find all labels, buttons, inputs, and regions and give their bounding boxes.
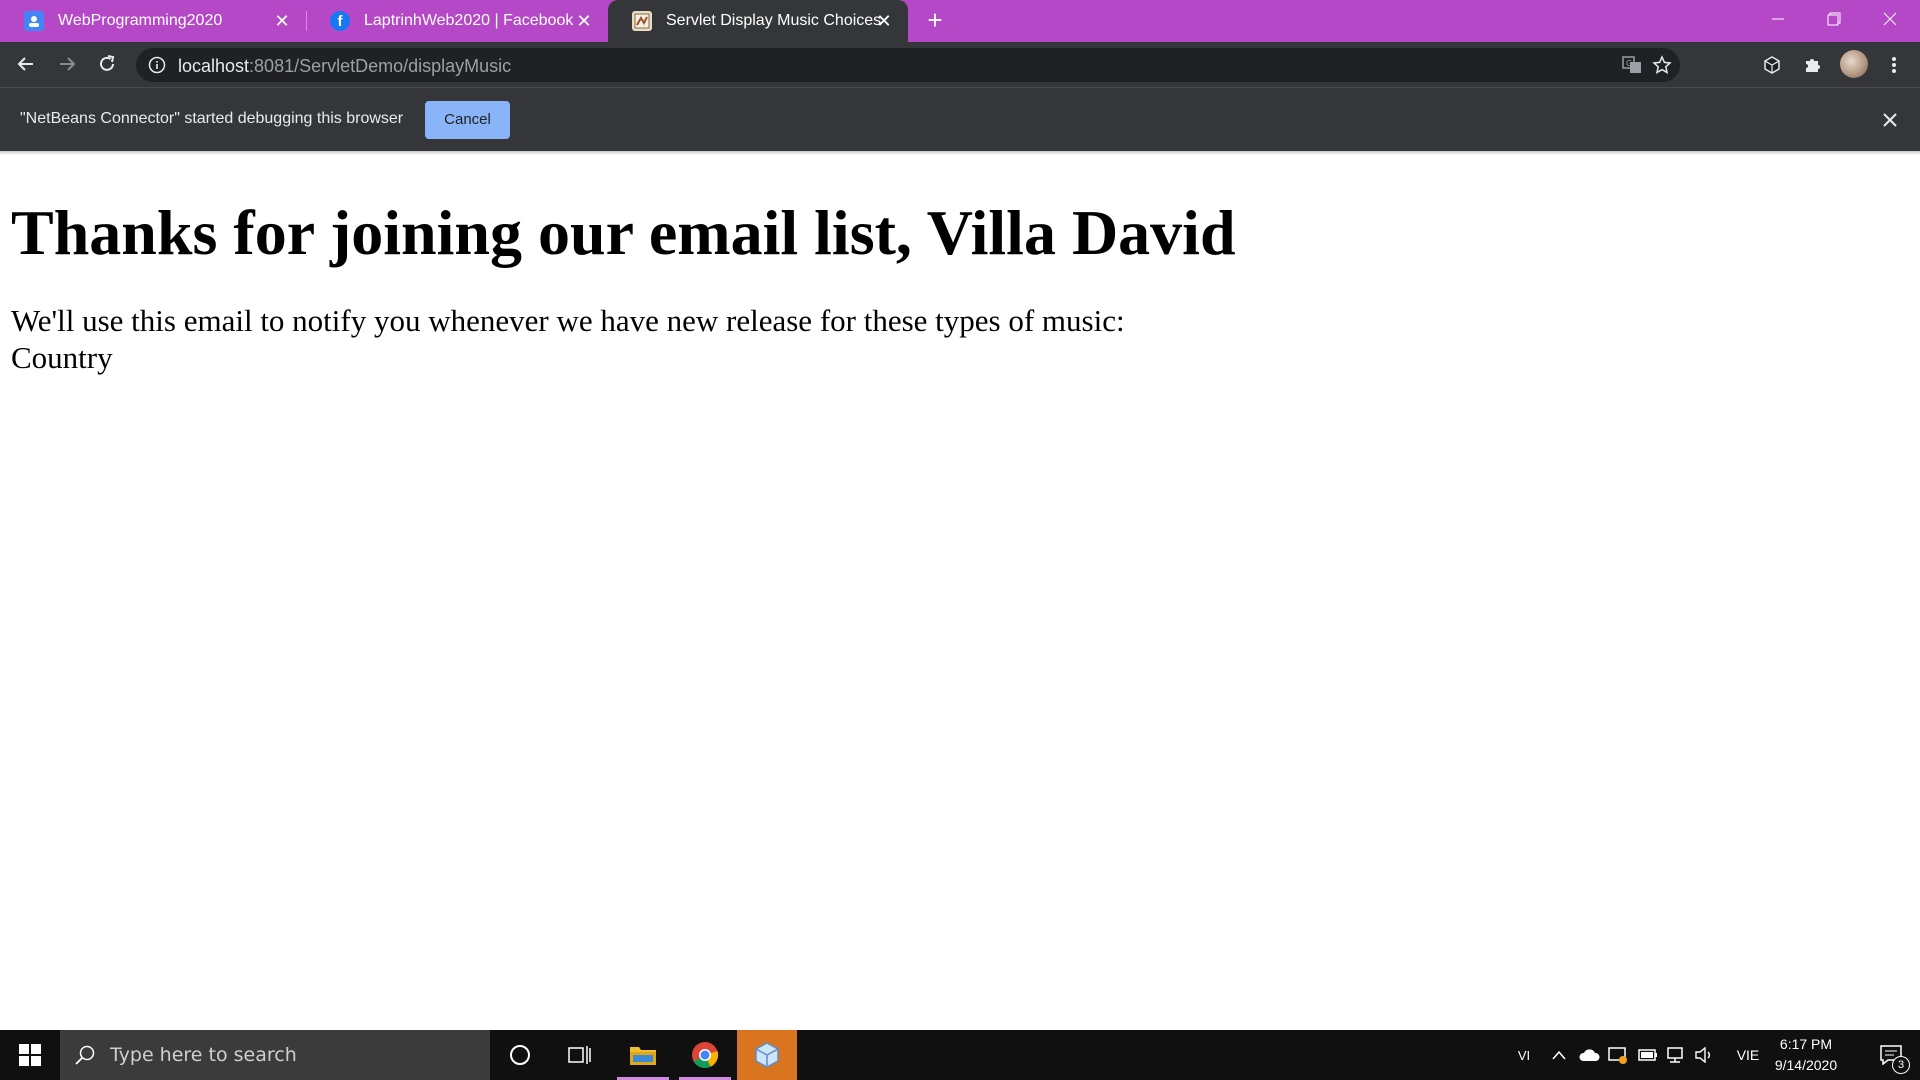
task-view-icon — [568, 1046, 591, 1064]
menu-dots-icon[interactable] — [1882, 53, 1906, 77]
start-button[interactable] — [0, 1030, 60, 1080]
tab-webprogramming[interactable]: WebProgramming2020 ✕ — [0, 0, 306, 42]
windows-update-icon[interactable] — [1606, 1030, 1630, 1080]
reload-icon — [100, 55, 115, 71]
taskbar-clock[interactable]: 6:17 PM 9/14/2020 — [1760, 1034, 1852, 1076]
url-path: :8081/ServletDemo/displayMusic — [249, 56, 512, 76]
tab-servlet-display-music[interactable]: Servlet Display Music Choices Se ✕ — [608, 0, 908, 42]
extension-cube-icon[interactable] — [1760, 53, 1784, 77]
volume-icon[interactable] — [1692, 1030, 1716, 1080]
profile-avatar[interactable] — [1840, 50, 1868, 78]
action-center-button[interactable]: 3 — [1862, 1030, 1920, 1080]
forward-button[interactable] — [51, 48, 83, 80]
minimize-button[interactable] — [1750, 0, 1806, 38]
netbeans-button[interactable] — [737, 1030, 797, 1080]
taskbar-search-box[interactable]: Type here to search — [60, 1030, 490, 1080]
tab-strip: WebProgramming2020 ✕ f LaptrinhWeb2020 |… — [0, 0, 1920, 42]
close-infobar-icon[interactable] — [1878, 108, 1902, 132]
clock-date: 9/14/2020 — [1774, 1057, 1838, 1073]
debugging-infobar: "NetBeans Connector" started debugging t… — [0, 87, 1920, 151]
input-indicator[interactable]: VI — [1514, 1030, 1534, 1080]
page-content: Thanks for joining our email list, Villa… — [11, 190, 1236, 376]
restore-button[interactable] — [1806, 0, 1862, 38]
tab-title: LaptrinhWeb2020 | Facebook — [364, 12, 574, 29]
netbeans-cube-icon — [755, 1042, 779, 1068]
back-button[interactable] — [10, 48, 42, 80]
reload-button[interactable] — [91, 48, 123, 80]
task-view-button[interactable] — [550, 1030, 610, 1080]
info-icon — [148, 56, 166, 74]
chrome-icon — [692, 1042, 719, 1068]
tab-facebook[interactable]: f LaptrinhWeb2020 | Facebook ✕ — [306, 0, 608, 42]
page-heading: Thanks for joining our email list, Villa… — [11, 197, 1236, 268]
show-hidden-icons-icon[interactable] — [1548, 1030, 1570, 1080]
notification-count-badge: 3 — [1892, 1056, 1910, 1074]
network-icon[interactable] — [1664, 1030, 1688, 1080]
chrome-button[interactable] — [675, 1030, 735, 1080]
search-icon — [75, 1045, 95, 1065]
file-explorer-button[interactable] — [613, 1030, 673, 1080]
page-notice: We'll use this email to notify you whene… — [11, 302, 1236, 376]
close-tab-icon[interactable]: ✕ — [574, 11, 594, 31]
tab-title: Servlet Display Music Choices Se — [666, 12, 882, 29]
close-window-button[interactable] — [1862, 0, 1918, 38]
extensions-puzzle-icon[interactable] — [1800, 53, 1824, 77]
url-text: localhost:8081/ServletDemo/displayMusic — [178, 56, 511, 77]
close-tab-icon[interactable]: ✕ — [272, 11, 292, 31]
new-tab-button[interactable]: + — [922, 7, 948, 34]
tab-title: WebProgramming2020 — [58, 12, 223, 29]
address-bar[interactable]: localhost:8081/ServletDemo/displayMusic … — [136, 48, 1680, 82]
battery-icon[interactable] — [1636, 1030, 1660, 1080]
windows-logo-icon — [19, 1044, 41, 1066]
music-choice: Country — [11, 340, 113, 375]
infobar-shadow — [0, 151, 1920, 155]
page-favicon — [632, 11, 652, 31]
clock-time: 6:17 PM — [1779, 1036, 1833, 1052]
classroom-icon — [24, 11, 44, 31]
search-placeholder: Type here to search — [110, 1044, 297, 1066]
notice-text: We'll use this email to notify you whene… — [11, 303, 1125, 338]
infobar-message: "NetBeans Connector" started debugging t… — [20, 110, 404, 127]
onedrive-cloud-icon[interactable] — [1576, 1030, 1602, 1080]
back-arrow-icon — [17, 57, 33, 71]
forward-arrow-icon — [60, 57, 76, 71]
close-tab-icon[interactable]: ✕ — [874, 11, 894, 31]
folder-icon — [630, 1047, 656, 1065]
svg-text:G: G — [1626, 59, 1632, 68]
facebook-icon: f — [330, 11, 350, 31]
translate-icon[interactable]: G — [1622, 55, 1642, 75]
cortana-circle-icon — [510, 1045, 530, 1065]
url-host: localhost — [178, 56, 250, 76]
cortana-button[interactable] — [490, 1030, 550, 1080]
windows-taskbar: Type here to search VI VIE 6:17 PM 9/14/… — [0, 1030, 1920, 1080]
cancel-button[interactable]: Cancel — [425, 101, 510, 139]
bookmark-star-icon[interactable] — [1652, 55, 1672, 75]
browser-toolbar: localhost:8081/ServletDemo/displayMusic … — [0, 42, 1920, 87]
